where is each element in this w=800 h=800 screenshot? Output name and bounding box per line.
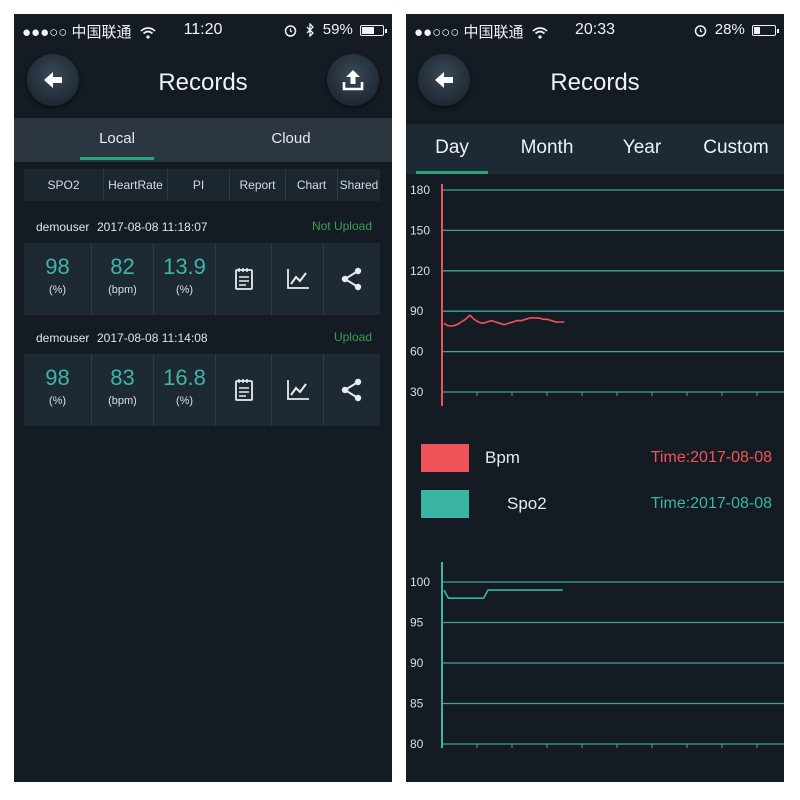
column-header: Chart xyxy=(286,169,338,201)
y-tick-label: 85 xyxy=(410,697,424,711)
report-button[interactable] xyxy=(216,354,272,426)
spo2-legend-swatch xyxy=(421,490,469,518)
table-header: SPO2 HeartRate PI Report Chart Shared xyxy=(24,169,380,201)
column-header: SPO2 xyxy=(24,169,104,201)
heart-rate-unit: (bpm) xyxy=(108,395,137,407)
active-tab-indicator xyxy=(416,171,488,174)
list-item: demouser 2017-08-08 11:18:07 Not Upload … xyxy=(24,211,380,321)
record-user: demouser xyxy=(36,331,90,345)
active-tab-indicator xyxy=(80,157,154,160)
bpm-chart: 180 150 120 90 60 30 xyxy=(410,183,784,406)
spo2-unit: (%) xyxy=(48,395,67,407)
y-tick-label: 60 xyxy=(410,345,424,359)
line-chart-icon xyxy=(286,380,309,400)
column-header: HeartRate xyxy=(104,169,168,201)
period-tabs: Day Month Year Custom xyxy=(406,124,784,174)
record-datetime: 2017-08-08 11:18:07 xyxy=(97,220,208,234)
tab-custom[interactable]: Custom xyxy=(692,124,780,174)
y-tick-label: 90 xyxy=(410,304,424,318)
spo2-unit: (%) xyxy=(48,284,67,296)
y-tick-label: 95 xyxy=(410,616,424,630)
record-datetime: 2017-08-08 11:14:08 xyxy=(97,331,208,345)
spo2-chart: 100 95 90 85 80 xyxy=(410,562,784,748)
series-line xyxy=(443,314,565,327)
tab-cloud[interactable]: Cloud xyxy=(204,118,378,162)
status-bar: ●●○○○ 中国联通 20:33 28% xyxy=(406,14,784,44)
column-header: PI xyxy=(168,169,230,201)
spo2-value: 98 xyxy=(45,254,70,279)
share-button[interactable] xyxy=(324,354,380,426)
pi-cell: 16.8 (%) xyxy=(154,354,216,426)
line-chart-icon xyxy=(286,269,309,289)
report-icon xyxy=(234,379,253,401)
column-header: Report xyxy=(230,169,286,201)
pi-unit: (%) xyxy=(175,395,194,407)
spo2-legend-label: Spo2 xyxy=(507,494,547,513)
upload-status: Upload xyxy=(333,330,372,344)
y-tick-label: 100 xyxy=(410,575,430,589)
alarm-icon xyxy=(694,24,706,37)
y-tick-label: 90 xyxy=(410,656,424,670)
tab-local[interactable]: Local xyxy=(14,118,220,162)
share-icon xyxy=(341,267,362,291)
tab-year[interactable]: Year xyxy=(602,124,682,174)
list-item: demouser 2017-08-08 11:14:08 Upload 98 (… xyxy=(24,322,380,432)
battery-icon xyxy=(360,24,387,36)
pi-value: 13.9 xyxy=(163,254,206,279)
records-chart-screen: ●●○○○ 中国联通 20:33 28% Records Day Month Y… xyxy=(406,14,784,782)
pi-value: 16.8 xyxy=(163,365,206,390)
chart-button[interactable] xyxy=(272,243,324,315)
y-tick-label: 150 xyxy=(410,223,430,237)
heart-rate-value: 82 xyxy=(110,254,135,279)
record-user: demouser xyxy=(36,220,90,234)
storage-tabs: Local Cloud xyxy=(14,118,392,162)
status-bar: ●●●○○ 中国联通 11:20 59% xyxy=(14,14,392,44)
battery-percent: 28% xyxy=(714,21,745,38)
pi-cell: 13.9 (%) xyxy=(154,243,216,315)
heart-rate-value: 83 xyxy=(110,365,135,390)
tab-month[interactable]: Month xyxy=(504,124,590,174)
spo2-cell: 98 (%) xyxy=(24,243,92,315)
y-tick-label: 80 xyxy=(410,737,424,748)
series-line xyxy=(443,589,563,600)
share-button[interactable] xyxy=(324,243,380,315)
upload-status: Not Upload xyxy=(311,219,372,233)
y-tick-label: 180 xyxy=(410,183,430,197)
bpm-legend-time: Time:2017-08-08 xyxy=(650,449,772,466)
spo2-cell: 98 (%) xyxy=(24,354,92,426)
report-icon xyxy=(234,268,253,290)
bpm-legend-label: Bpm xyxy=(485,448,520,467)
spo2-value: 98 xyxy=(45,365,70,390)
upload-icon xyxy=(342,70,364,91)
tab-day[interactable]: Day xyxy=(416,124,488,174)
chart-button[interactable] xyxy=(272,354,324,426)
heart-rate-unit: (bpm) xyxy=(108,284,137,296)
y-tick-label: 120 xyxy=(410,264,430,278)
page-title: Records xyxy=(550,69,640,96)
alarm-icon xyxy=(285,24,297,37)
battery-percent: 59% xyxy=(322,21,353,38)
report-button[interactable] xyxy=(216,243,272,315)
records-local-screen: ●●●○○ 中国联通 11:20 59% Records Local Cloud… xyxy=(14,14,392,782)
y-tick-label: 30 xyxy=(410,385,424,399)
upload-button[interactable] xyxy=(327,54,379,106)
heart-rate-cell: 83 (bpm) xyxy=(92,354,154,426)
bpm-legend-swatch xyxy=(421,444,469,472)
bluetooth-icon xyxy=(306,22,314,38)
column-header: Shared xyxy=(339,178,379,192)
share-icon xyxy=(341,378,362,402)
heart-rate-cell: 82 (bpm) xyxy=(92,243,154,315)
battery-icon xyxy=(752,24,779,36)
spo2-legend-time: Time:2017-08-08 xyxy=(650,495,772,512)
pi-unit: (%) xyxy=(175,284,194,296)
